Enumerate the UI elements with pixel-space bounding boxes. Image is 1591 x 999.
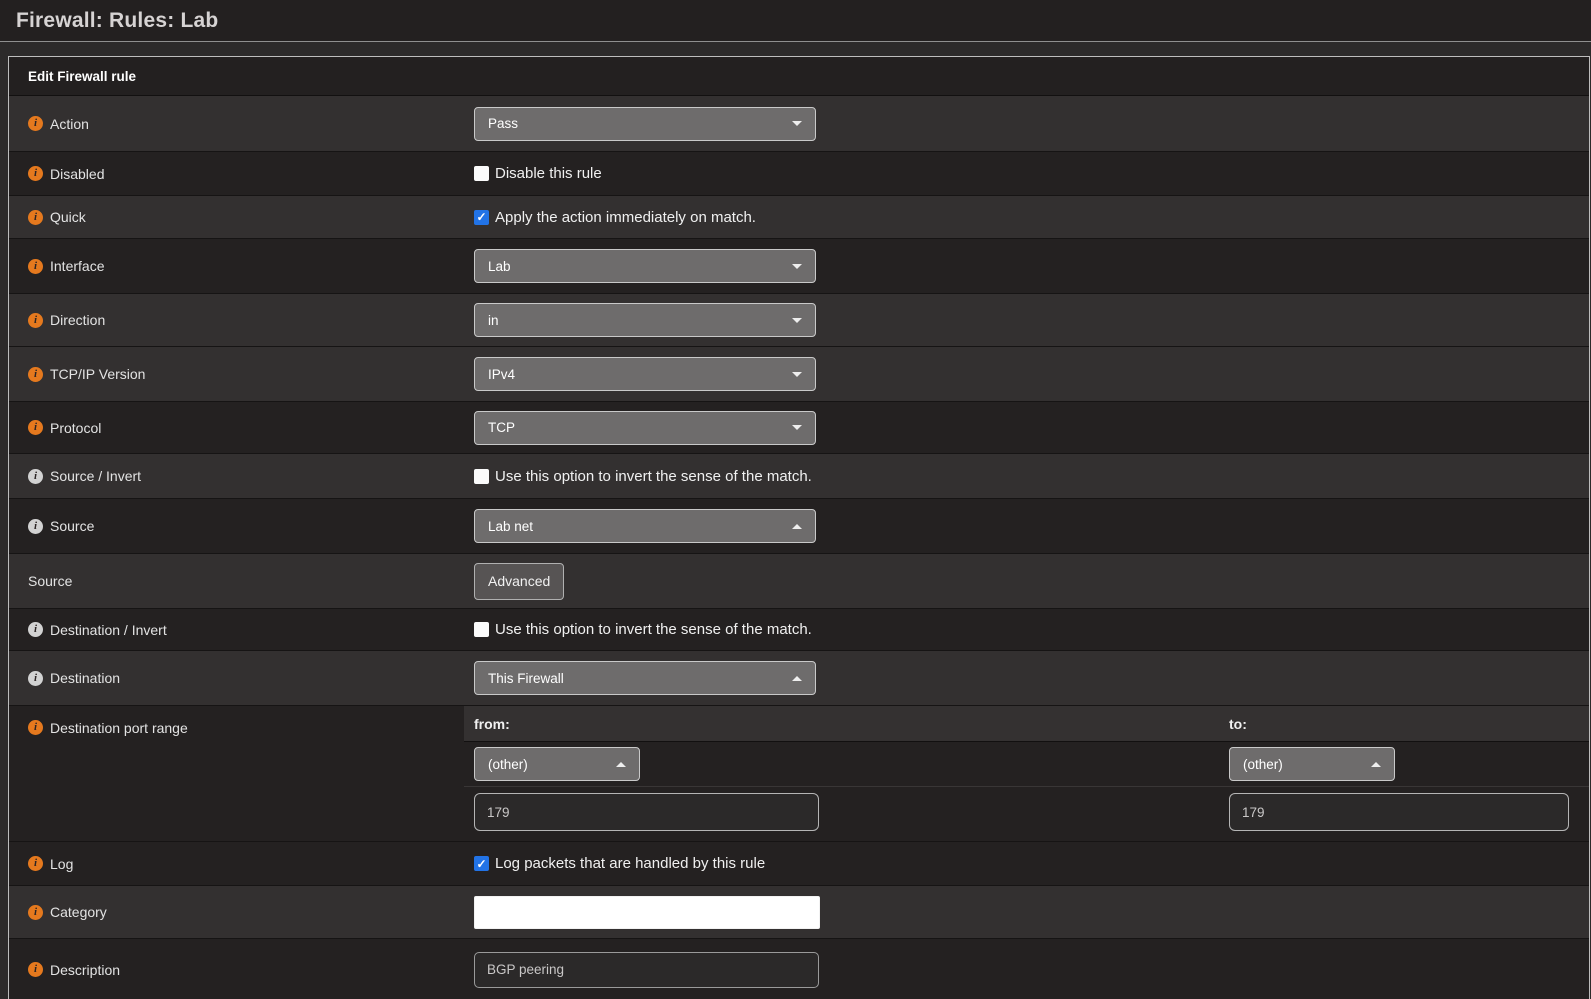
direction-select[interactable]: in [474,303,816,337]
description-input[interactable] [474,952,819,988]
field-label: Protocol [50,420,101,436]
port-range-selects: (other) (other) [464,742,1589,787]
field-label: Quick [50,209,86,225]
port-from-select[interactable]: (other) [474,747,640,781]
destination-select[interactable]: This Firewall [474,661,816,695]
field-label: Action [50,116,89,132]
field-label: Description [50,962,120,978]
quick-checkbox[interactable] [474,210,489,225]
destination-invert-checkbox[interactable] [474,622,489,637]
info-icon [28,519,43,534]
info-icon [28,210,43,225]
info-icon [28,962,43,977]
edit-firewall-rule-panel: Edit Firewall rule Action Pass Disabled … [8,56,1590,999]
field-label: Source / Invert [50,468,141,484]
form-row-direction: Direction in [9,294,1589,347]
info-icon [28,671,43,686]
field-label: Disabled [50,166,104,182]
port-to-select-value: (other) [1243,757,1283,772]
source-select-value: Lab net [488,519,533,534]
caret-up-icon [792,524,802,529]
action-select-value: Pass [488,116,518,131]
field-label: TCP/IP Version [50,366,145,382]
field-label: Source [28,573,72,589]
info-icon [28,166,43,181]
info-icon [28,720,43,735]
checkbox-label: Disable this rule [495,165,602,182]
form-row-quick: Quick Apply the action immediately on ma… [9,196,1589,239]
form-row-destination-invert: Destination / Invert Use this option to … [9,609,1589,651]
port-range-header: from: to: [464,706,1589,742]
form-row-source-advanced: Source Advanced [9,554,1589,609]
port-to-input[interactable] [1229,793,1569,831]
form-row-interface: Interface Lab [9,239,1589,294]
port-from-input[interactable] [474,793,819,831]
destination-select-value: This Firewall [488,671,564,686]
field-label: Destination [50,670,120,686]
checkbox-label: Apply the action immediately on match. [495,209,756,226]
direction-select-value: in [488,313,499,328]
form-row-action: Action Pass [9,96,1589,152]
field-label: Destination / Invert [50,622,167,638]
form-row-source-invert: Source / Invert Use this option to inver… [9,454,1589,499]
form-row-protocol: Protocol TCP [9,402,1589,454]
protocol-select-value: TCP [488,420,515,435]
port-range-inputs [464,787,1589,839]
log-checkbox[interactable] [474,856,489,871]
field-label: Category [50,904,107,920]
port-from-select-value: (other) [488,757,528,772]
tcpip-version-select[interactable]: IPv4 [474,357,816,391]
caret-up-icon [616,762,626,767]
page-header: Firewall: Rules: Lab [0,0,1591,42]
field-label: Log [50,856,73,872]
caret-down-icon [792,372,802,377]
form-row-log: Log Log packets that are handled by this… [9,842,1589,886]
category-input[interactable] [474,896,820,929]
panel-title: Edit Firewall rule [28,69,136,84]
caret-down-icon [792,318,802,323]
info-icon [28,420,43,435]
caret-down-icon [792,425,802,430]
info-icon [28,367,43,382]
info-icon [28,469,43,484]
checkbox-label: Log packets that are handled by this rul… [495,855,765,872]
caret-down-icon [792,121,802,126]
form-row-category: Category [9,886,1589,939]
field-label: Source [50,518,94,534]
info-icon [28,856,43,871]
form-row-tcpip-version: TCP/IP Version IPv4 [9,347,1589,402]
source-invert-checkbox[interactable] [474,469,489,484]
interface-select[interactable]: Lab [474,249,816,283]
caret-up-icon [792,676,802,681]
port-to-select[interactable]: (other) [1229,747,1395,781]
protocol-select[interactable]: TCP [474,411,816,445]
form-row-destination-port-range: Destination port range from: to: (other) [9,706,1589,842]
info-icon [28,116,43,131]
port-from-label: from: [464,716,1224,732]
caret-down-icon [792,264,802,269]
checkbox-label: Use this option to invert the sense of t… [495,468,812,485]
field-label: Direction [50,312,105,328]
tcpip-version-select-value: IPv4 [488,367,515,382]
field-label: Destination port range [50,720,188,736]
page-title: Firewall: Rules: Lab [16,9,218,33]
panel-header: Edit Firewall rule [9,57,1589,96]
caret-up-icon [1371,762,1381,767]
port-to-label: to: [1224,716,1589,732]
source-advanced-button[interactable]: Advanced [474,563,564,600]
form-row-disabled: Disabled Disable this rule [9,152,1589,196]
form-row-destination: Destination This Firewall [9,651,1589,706]
checkbox-label: Use this option to invert the sense of t… [495,621,812,638]
form-row-source: Source Lab net [9,499,1589,554]
disabled-checkbox[interactable] [474,166,489,181]
info-icon [28,259,43,274]
action-select[interactable]: Pass [474,107,816,141]
info-icon [28,905,43,920]
info-icon [28,313,43,328]
form-row-description: Description [9,939,1589,999]
field-label: Interface [50,258,104,274]
interface-select-value: Lab [488,259,511,274]
source-select[interactable]: Lab net [474,509,816,543]
info-icon [28,622,43,637]
